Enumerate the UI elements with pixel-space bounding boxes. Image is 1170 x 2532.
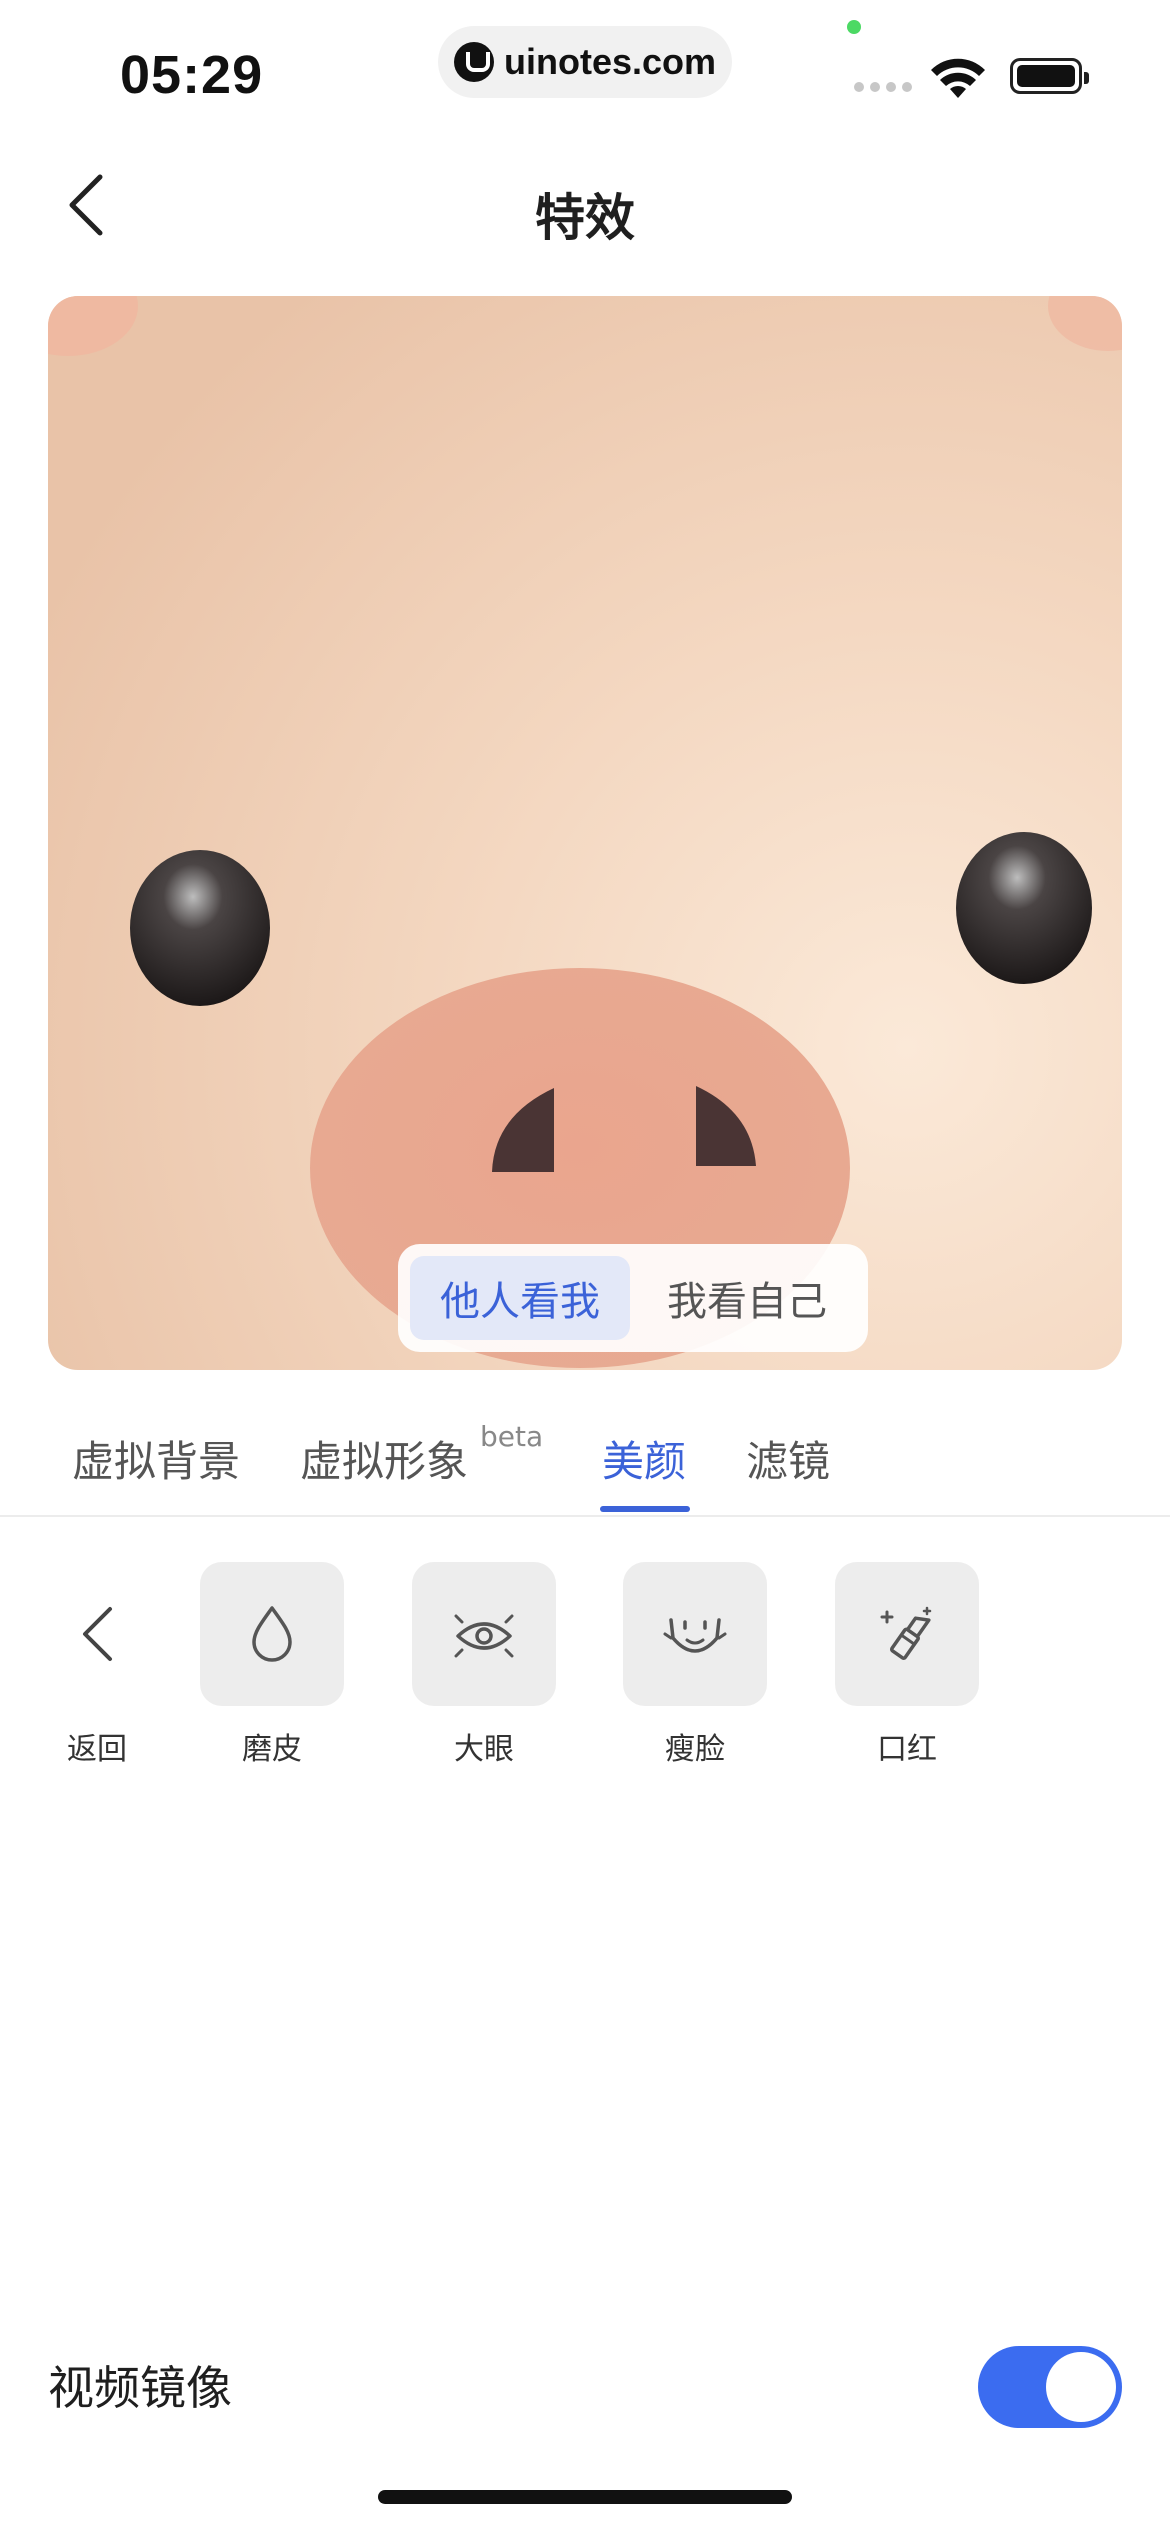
page-title: 特效 [535, 189, 635, 247]
effect-tabs: 虚拟背景 虚拟形象 beta 美颜 滤镜 [0, 1400, 1170, 1517]
eye-icon [454, 1614, 514, 1658]
droplet-icon [252, 1606, 292, 1662]
tools-back-label: 返回 [67, 1732, 127, 1767]
status-bar: 05:29 uinotes.com [0, 0, 1170, 130]
tool-lipstick[interactable]: 口红 [834, 1562, 980, 1768]
camera-preview: 他人看我 我看自己 [48, 296, 1122, 1370]
view-mode-toggle: 他人看我 我看自己 [398, 1244, 868, 1352]
tab-beauty[interactable]: 美颜 [602, 1428, 686, 1489]
tool-label: 大眼 [454, 1732, 514, 1767]
url-text: uinotes.com [504, 41, 717, 82]
tools-back-icon-box [52, 1562, 142, 1706]
tool-icon-box [200, 1562, 344, 1706]
tool-label: 瘦脸 [665, 1732, 725, 1767]
site-logo-icon [454, 42, 494, 82]
tab-virtual-avatar[interactable]: 虚拟形象 [300, 1428, 468, 1489]
pig-face-image [48, 296, 1122, 1370]
tab-filter[interactable]: 滤镜 [746, 1428, 830, 1489]
tool-label: 磨皮 [242, 1732, 302, 1767]
view-option-self[interactable]: 我看自己 [642, 1256, 852, 1340]
view-option-others[interactable]: 他人看我 [410, 1256, 630, 1340]
battery-icon [1010, 58, 1089, 94]
tools-back-button[interactable]: 返回 [52, 1562, 142, 1768]
tool-icon-box [623, 1562, 767, 1706]
face-slim-icon [663, 1618, 727, 1653]
active-tab-indicator [600, 1506, 690, 1512]
beta-badge: beta [480, 1420, 544, 1453]
cellular-signal-icon [854, 82, 912, 92]
toggle-knob [1046, 2352, 1116, 2422]
video-mirror-toggle[interactable] [978, 2346, 1122, 2428]
video-mirror-label: 视频镜像 [48, 2361, 232, 2415]
tool-smooth-skin[interactable]: 磨皮 [199, 1562, 345, 1768]
lipstick-icon [880, 1606, 932, 1660]
privacy-indicator-dot [847, 20, 861, 34]
chevron-left-icon [83, 1607, 112, 1661]
tool-big-eyes[interactable]: 大眼 [411, 1562, 557, 1768]
tool-slim-face[interactable]: 瘦脸 [622, 1562, 768, 1768]
url-pill: uinotes.com [438, 26, 732, 98]
tool-icon-box [835, 1562, 979, 1706]
home-indicator [378, 2490, 792, 2504]
tool-icon-box [412, 1562, 556, 1706]
tab-virtual-background[interactable]: 虚拟背景 [72, 1428, 240, 1489]
wifi-icon [931, 58, 985, 98]
tool-label: 口红 [877, 1732, 937, 1767]
status-time: 05:29 [120, 45, 264, 105]
